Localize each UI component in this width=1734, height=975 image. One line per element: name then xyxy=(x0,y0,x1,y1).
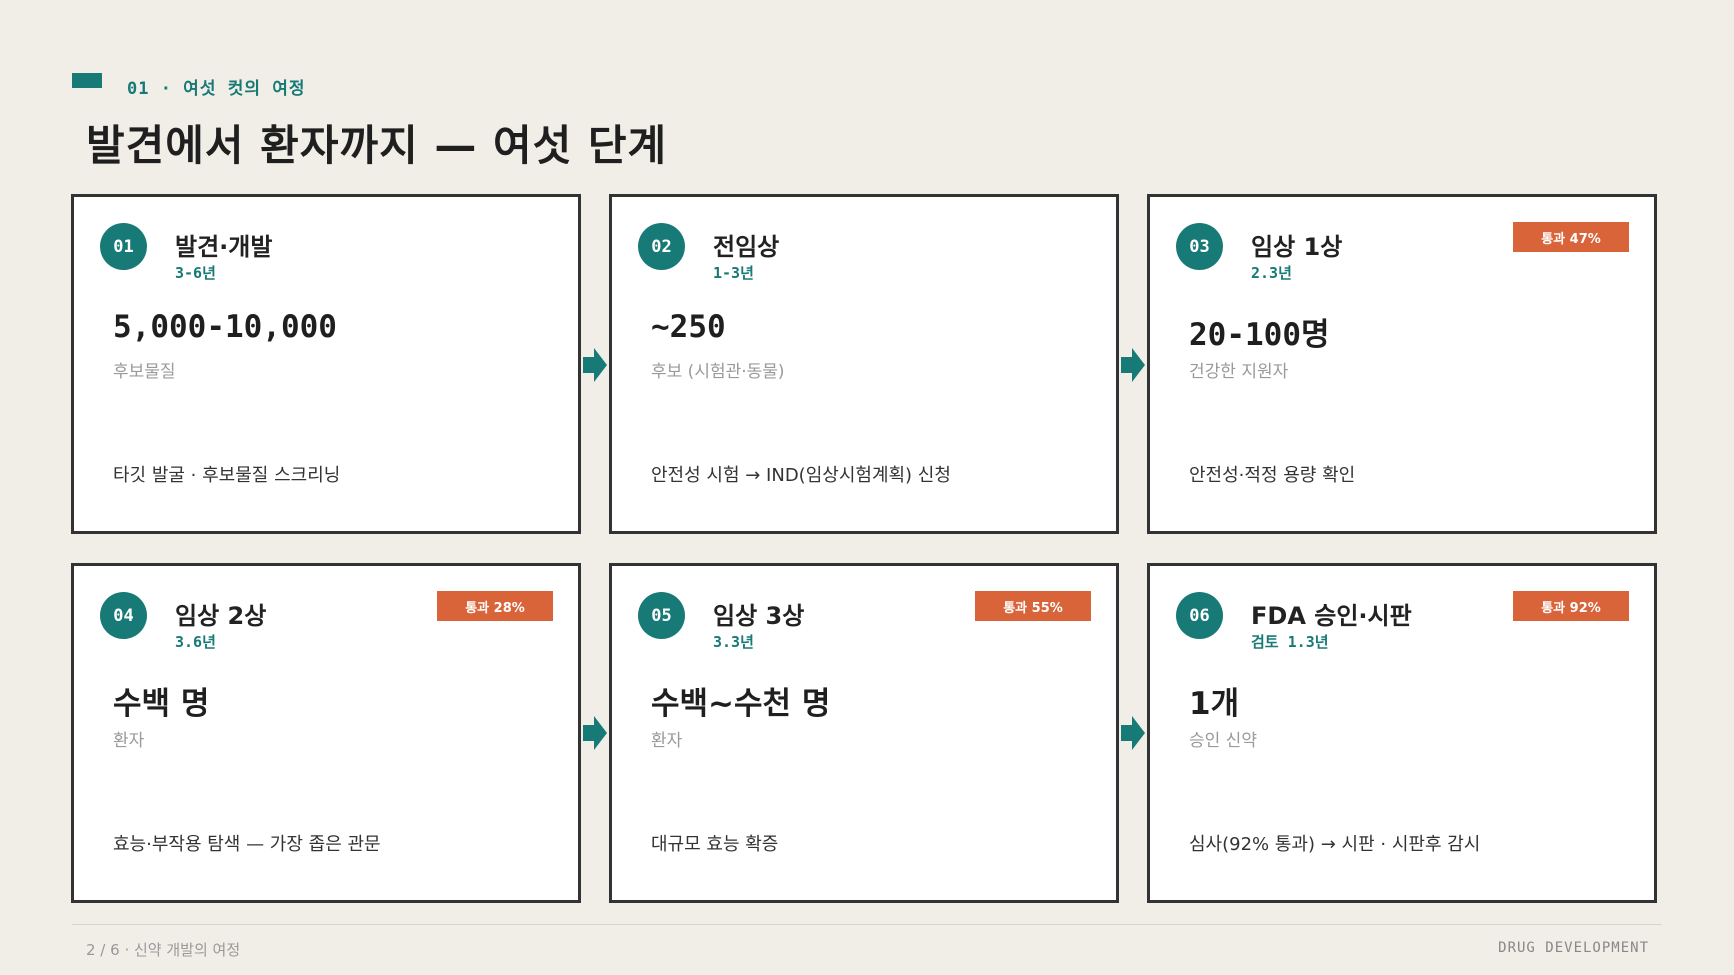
stage-figure-label: 건강한 지원자 xyxy=(1189,362,1289,382)
stage-duration: 검토 1.3년 xyxy=(1251,633,1329,651)
stage-name: 임상 3상 xyxy=(713,602,805,630)
pass-rate-badge: 통과 47% xyxy=(1513,222,1629,252)
stage-figure: 1개 xyxy=(1189,686,1240,722)
pass-rate-badge: 통과 28% xyxy=(437,591,553,621)
stage-figure-label: 환자 xyxy=(113,731,145,751)
stage-duration: 3.6년 xyxy=(175,633,216,651)
stage-name: FDA 승인·시판 xyxy=(1251,602,1412,630)
stage-figure: 5,000-10,000 xyxy=(113,309,337,345)
stage-number-badge: 01 xyxy=(100,223,147,270)
stage-card-fda-approval: 06 FDA 승인·시판 검토 1.3년 통과 92% 1개 승인 신약 심사(… xyxy=(1147,563,1657,903)
stage-name: 발견·개발 xyxy=(175,233,273,261)
stage-name: 임상 2상 xyxy=(175,602,267,630)
stage-number-badge: 06 xyxy=(1176,592,1223,639)
stage-figure-label: 환자 xyxy=(651,731,683,751)
arrow-right-icon xyxy=(583,348,607,382)
stage-number-badge: 04 xyxy=(100,592,147,639)
stage-number-badge: 05 xyxy=(638,592,685,639)
arrow-right-icon xyxy=(1121,348,1145,382)
stage-duration: 2.3년 xyxy=(1251,264,1292,282)
stage-description: 효능·부작용 탐색 — 가장 좁은 관문 xyxy=(113,834,381,855)
stage-description: 타깃 발굴 · 후보물질 스크리닝 xyxy=(113,465,341,486)
stage-description: 안전성 시험 → IND(임상시험계획) 신청 xyxy=(651,465,951,486)
stage-figure: 수백~수천 명 xyxy=(651,686,831,722)
section-kicker: 01 · 여섯 컷의 여정 xyxy=(127,79,306,99)
arrow-right-icon xyxy=(583,716,607,750)
stage-card-phase1: 03 임상 1상 2.3년 통과 47% 20-100명 건강한 지원자 안전성… xyxy=(1147,194,1657,534)
page-indicator: 2 / 6 · 신약 개발의 여정 xyxy=(86,941,241,959)
stage-card-discovery: 01 발견·개발 3-6년 5,000-10,000 후보물질 타깃 발굴 · … xyxy=(71,194,581,534)
pass-rate-badge: 통과 92% xyxy=(1513,591,1629,621)
footer-divider xyxy=(72,924,1662,925)
kicker-bar xyxy=(72,73,102,88)
stage-name: 전임상 xyxy=(713,233,780,261)
page-title: 발견에서 환자까지 — 여섯 단계 xyxy=(86,121,668,170)
stage-duration: 3-6년 xyxy=(175,264,216,282)
stage-name: 임상 1상 xyxy=(1251,233,1343,261)
stage-number-badge: 03 xyxy=(1176,223,1223,270)
stage-card-phase2: 04 임상 2상 3.6년 통과 28% 수백 명 환자 효능·부작용 탐색 —… xyxy=(71,563,581,903)
stage-figure: 수백 명 xyxy=(113,686,210,722)
stage-description: 대규모 효능 확증 xyxy=(651,834,779,855)
arrow-right-icon xyxy=(1121,716,1145,750)
stage-figure: 20-100명 xyxy=(1189,317,1330,353)
pass-rate-badge: 통과 55% xyxy=(975,591,1091,621)
stage-card-phase3: 05 임상 3상 3.3년 통과 55% 수백~수천 명 환자 대규모 효능 확… xyxy=(609,563,1119,903)
stage-description: 안전성·적정 용량 확인 xyxy=(1189,465,1356,486)
stage-number-badge: 02 xyxy=(638,223,685,270)
stage-duration: 3.3년 xyxy=(713,633,754,651)
stage-figure-label: 후보물질 xyxy=(113,362,176,382)
stage-description: 심사(92% 통과) → 시판 · 시판후 감시 xyxy=(1189,834,1481,855)
stage-figure-label: 승인 신약 xyxy=(1189,731,1257,751)
stage-duration: 1-3년 xyxy=(713,264,754,282)
deck-label: DRUG DEVELOPMENT xyxy=(1498,940,1649,956)
stage-figure: ~250 xyxy=(651,309,726,345)
stage-figure-label: 후보 (시험관·동물) xyxy=(651,362,785,382)
stage-card-preclinical: 02 전임상 1-3년 ~250 후보 (시험관·동물) 안전성 시험 → IN… xyxy=(609,194,1119,534)
